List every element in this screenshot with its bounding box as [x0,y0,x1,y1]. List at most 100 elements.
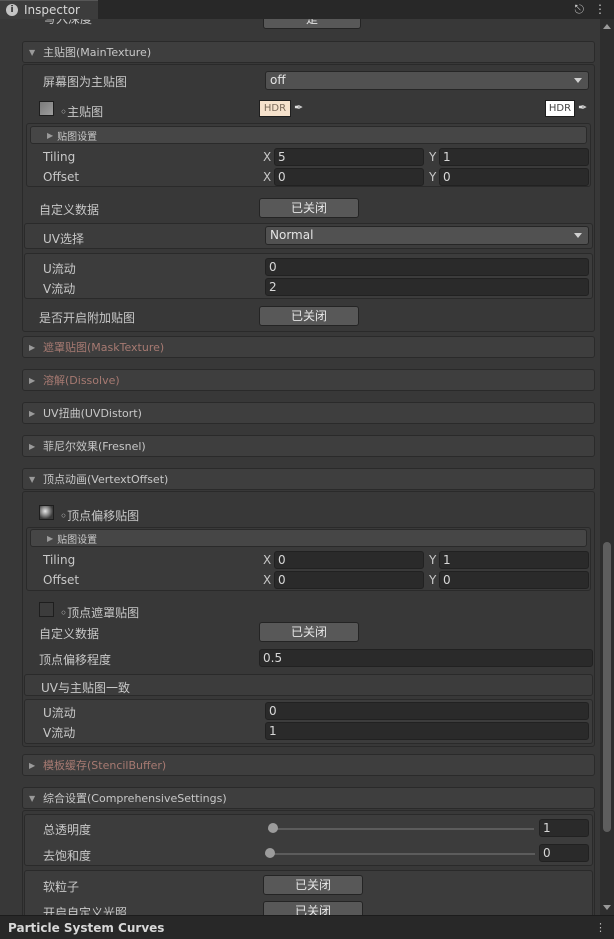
vertex-tex-settings-header[interactable]: ▶ 贴图设置 [30,529,587,547]
u-flow-field[interactable]: 0 [265,258,589,276]
vertex-v-flow-field[interactable]: 1 [265,722,589,740]
extra-texture-label: 是否开启附加贴图 [39,311,136,325]
screen-as-main-label: 屏幕图为主贴图 [43,75,128,89]
desaturation-label: 去饱和度 [43,849,92,863]
vertex-offset-label: Offset [43,573,80,587]
hdr-color-swatch-2[interactable]: HDR [545,100,575,117]
vertex-u-flow-field[interactable]: 0 [265,702,589,720]
vertex-offset-x-axis: X [263,573,272,587]
tex-settings-header[interactable]: ▶ 贴图设置 [30,126,587,144]
section-title: UV扭曲(UVDistort) [43,407,142,420]
offset-label: Offset [43,170,80,184]
section-title: 顶点动画(VertextOffset) [43,473,169,486]
uv-select-dropdown[interactable]: Normal [265,226,589,245]
scroll-up-arrow-icon[interactable] [603,24,611,29]
desaturation-slider-track[interactable] [265,853,535,855]
particle-curves-title: Particle System Curves [8,920,165,935]
section-title: 菲尼尔效果(Fresnel) [43,440,146,453]
custom-light-toggle-button[interactable]: 已关闭 [263,901,363,915]
desaturation-field[interactable]: 0 [539,844,589,862]
section-fresnel[interactable]: ▶ 菲尼尔效果(Fresnel) [22,435,595,457]
custom-data-toggle-button[interactable]: 已关闭 [259,198,359,218]
tex-settings-label: 贴图设置 [57,131,98,143]
vertex-offset-texture-label: ◦顶点偏移贴图 [60,509,140,523]
section-uv-distort[interactable]: ▶ UV扭曲(UVDistort) [22,402,595,424]
vertex-strength-label: 顶点偏移程度 [39,653,112,667]
eyedropper-icon[interactable]: ✒ [294,101,308,115]
offset-y-field[interactable]: 0 [439,168,589,186]
custom-light-label: 开启自定义光照 [43,906,128,915]
tiling-y-axis: Y [429,150,437,164]
vertex-offset-x-field[interactable]: 0 [274,571,424,589]
offset-x-field[interactable]: 0 [274,168,424,186]
window-tab-bar: i Inspector ⎋ ⋮ [0,0,614,19]
soft-particle-label: 软粒子 [43,880,80,894]
zwrite-button[interactable]: 是 [263,19,361,29]
chevron-right-icon: ▶ [29,408,36,418]
vertex-tiling-y-field[interactable]: 1 [439,551,589,569]
vertex-custom-data-label: 自定义数据 [39,627,100,641]
uv-select-label: UV选择 [43,232,84,246]
extra-texture-toggle-button[interactable]: 已关闭 [259,306,359,326]
vertex-mask-texture-thumbnail[interactable] [39,602,54,617]
tiling-x-axis: X [263,150,272,164]
info-icon: i [6,4,18,16]
desaturation-slider-handle[interactable] [265,848,275,858]
scroll-down-arrow-icon[interactable] [603,905,611,910]
vertex-strength-field[interactable]: 0.5 [259,649,593,667]
chevron-right-icon: ▶ [47,130,54,140]
section-stencil-buffer[interactable]: ▶ 模板缓存(StencilBuffer) [22,754,595,776]
eyedropper-icon[interactable]: ✒ [578,101,592,115]
custom-data-label: 自定义数据 [39,203,100,217]
section-title: 主贴图(MainTexture) [43,46,152,59]
tex-settings-label: 贴图设置 [57,534,98,546]
alpha-slider-track[interactable] [268,828,534,830]
scrollbar-thumb[interactable] [603,542,611,832]
vertex-v-flow-label: V流动 [43,726,76,740]
lock-icon[interactable]: ⎋ [575,2,585,17]
section-title: 溶解(Dissolve) [43,374,120,387]
section-mask-texture[interactable]: ▶ 遮罩贴图(MaskTexture) [22,336,595,358]
hdr-color-swatch[interactable]: HDR [259,100,291,117]
alpha-field[interactable]: 1 [539,819,589,837]
chevron-down-icon [574,78,582,83]
particle-system-curves-bar[interactable]: Particle System Curves ⋮ [0,915,614,939]
vertex-offset-texture-thumbnail[interactable] [39,505,54,520]
u-flow-label: U流动 [43,262,76,276]
vertex-offset-y-field[interactable]: 0 [439,571,589,589]
chevron-right-icon: ▶ [29,375,36,385]
chevron-right-icon: ▶ [47,533,54,543]
chevron-down-icon: ▼ [29,47,36,57]
chevron-down-icon [574,233,582,238]
v-flow-field[interactable]: 2 [265,278,589,296]
alpha-label: 总透明度 [43,823,92,837]
vertex-offset-y-axis: Y [429,573,437,587]
texture-thumbnail[interactable] [39,101,54,116]
tiling-x-field[interactable]: 5 [274,148,424,166]
menu-icon[interactable]: ⋮ [595,921,606,934]
main-texture-label: ◦主贴图 [60,105,104,119]
tiling-y-field[interactable]: 1 [439,148,589,166]
screen-as-main-dropdown[interactable]: off [265,71,589,90]
dropdown-value: Normal [270,228,314,242]
offset-y-axis: Y [429,170,437,184]
tab-label: Inspector [24,3,80,17]
section-comprehensive-settings[interactable]: ▼ 综合设置(ComprehensiveSettings) [22,787,595,809]
section-title: 综合设置(ComprehensiveSettings) [43,792,227,805]
vertical-scrollbar[interactable] [600,19,614,915]
vertex-tiling-x-axis: X [263,553,272,567]
menu-icon[interactable]: ⋮ [594,2,606,17]
soft-particle-toggle-button[interactable]: 已关闭 [263,875,363,895]
vertex-tiling-x-field[interactable]: 0 [274,551,424,569]
section-dissolve[interactable]: ▶ 溶解(Dissolve) [22,369,595,391]
vertex-tiling-label: Tiling [43,553,76,567]
vertex-mask-texture-label: ◦顶点遮罩贴图 [60,606,140,620]
section-vertex-offset[interactable]: ▼ 顶点动画(VertextOffset) [22,468,595,490]
alpha-desat-group [24,814,593,866]
section-main-texture[interactable]: ▼ 主贴图(MainTexture) [22,41,595,63]
tab-inspector[interactable]: i Inspector [0,0,98,19]
section-title: 模板缓存(StencilBuffer) [43,759,167,772]
alpha-slider-handle[interactable] [268,823,278,833]
chevron-right-icon: ▶ [29,441,36,451]
vertex-custom-data-toggle-button[interactable]: 已关闭 [259,622,359,642]
